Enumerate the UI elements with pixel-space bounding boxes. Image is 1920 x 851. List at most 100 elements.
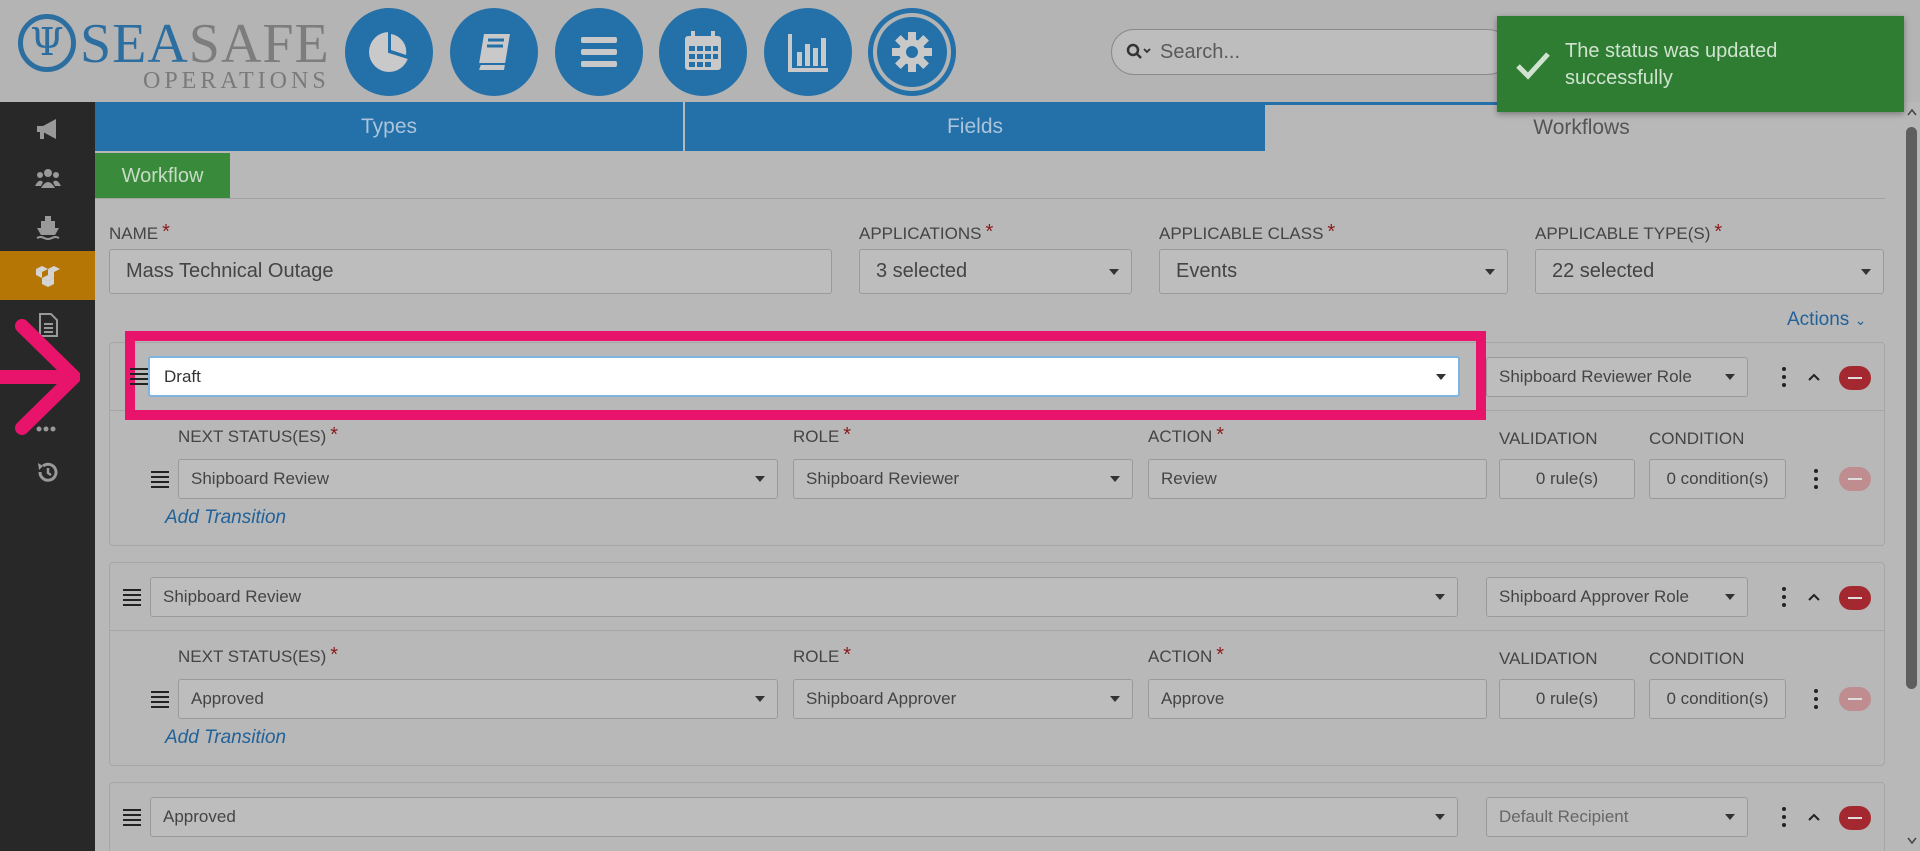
- sidebar-item-workflows[interactable]: [0, 251, 95, 300]
- status-select[interactable]: Approved: [150, 797, 1458, 837]
- role-select[interactable]: Shipboard Approver: [793, 679, 1133, 719]
- nav-settings-button[interactable]: [868, 8, 956, 96]
- nav-dashboard-button[interactable]: [345, 8, 433, 96]
- scrollbar-thumb[interactable]: [1906, 127, 1917, 689]
- sidebar-item-history[interactable]: [0, 447, 95, 496]
- condition-label: CONDITION: [1649, 649, 1745, 668]
- remove-status-button[interactable]: [1839, 806, 1871, 830]
- scrollbar[interactable]: [1903, 102, 1920, 851]
- next-status-select[interactable]: Shipboard Review: [178, 459, 778, 499]
- chevron-up-icon[interactable]: [1807, 592, 1821, 602]
- action-input[interactable]: Review: [1148, 459, 1487, 499]
- actions-dropdown[interactable]: Actions ⌄: [1787, 309, 1866, 331]
- chevron-down-icon: [1110, 476, 1120, 482]
- drag-handle-icon[interactable]: [123, 589, 141, 606]
- validation-button[interactable]: 0 rule(s): [1499, 459, 1635, 499]
- role-group-select[interactable]: Shipboard Approver Role: [1486, 577, 1748, 617]
- more-options-icon[interactable]: [1781, 587, 1787, 607]
- applicable-types-select[interactable]: 22 selected: [1535, 249, 1884, 294]
- megaphone-icon: [36, 118, 56, 139]
- chevron-down-icon: [1110, 696, 1120, 702]
- role-select[interactable]: Shipboard Reviewer: [793, 459, 1133, 499]
- next-status-label: NEXT STATUS(ES) *: [178, 424, 339, 446]
- applicable-class-select[interactable]: Events: [1159, 249, 1508, 294]
- status-card-approved: Approved Default Recipient: [109, 782, 1885, 851]
- chevron-down-icon: [755, 696, 765, 702]
- list-icon: [581, 37, 617, 67]
- next-status-label: NEXT STATUS(ES) *: [178, 644, 339, 666]
- remove-transition-button[interactable]: [1839, 467, 1871, 491]
- tab-fields[interactable]: Fields: [685, 102, 1265, 151]
- workflow-editor: Workflow NAME * Mass Technical Outage APP…: [95, 151, 1903, 851]
- toast-message: The status was updated successfully: [1565, 40, 1778, 89]
- nav-list-button[interactable]: [555, 8, 643, 96]
- settings-icon: [892, 32, 932, 72]
- history-icon: [37, 462, 57, 482]
- success-toast[interactable]: The status was updated successfully: [1497, 16, 1904, 112]
- remove-status-button[interactable]: [1839, 366, 1871, 390]
- logo-text-safe: SAFE: [188, 13, 330, 75]
- drag-handle-icon[interactable]: [130, 368, 148, 385]
- drag-handle-icon[interactable]: [123, 809, 141, 826]
- tab-workflow[interactable]: Workflow: [95, 153, 230, 199]
- chevron-up-icon[interactable]: [1807, 812, 1821, 822]
- pointer-arrow-icon: [0, 319, 80, 435]
- remove-transition-button[interactable]: [1839, 687, 1871, 711]
- more-options-icon[interactable]: [1781, 807, 1787, 827]
- chevron-down-icon: [1861, 268, 1871, 275]
- applications-label: APPLICATIONS *: [859, 221, 994, 243]
- chevron-down-icon: [1725, 814, 1735, 820]
- drag-handle-icon[interactable]: [151, 691, 169, 708]
- action-label: ACTION *: [1148, 424, 1225, 446]
- validation-button[interactable]: 0 rule(s): [1499, 679, 1635, 719]
- scroll-up-icon[interactable]: [1907, 108, 1917, 116]
- sidebar-item-users[interactable]: [0, 153, 95, 202]
- name-input[interactable]: Mass Technical Outage: [109, 249, 832, 294]
- seasafe-logo[interactable]: Ψ SEASAFE OPERATIONS: [18, 12, 329, 94]
- drag-handle-icon[interactable]: [151, 471, 169, 488]
- role-group-select[interactable]: Shipboard Reviewer Role: [1486, 357, 1748, 397]
- condition-button[interactable]: 0 condition(s): [1649, 679, 1786, 719]
- ship-icon: [36, 215, 59, 240]
- condition-label: CONDITION: [1649, 429, 1745, 448]
- more-options-icon[interactable]: [1781, 367, 1787, 387]
- scroll-down-icon[interactable]: [1907, 837, 1917, 845]
- reports-icon: [788, 34, 828, 72]
- status-select[interactable]: Shipboard Review: [150, 577, 1458, 617]
- status-card-shipboard-review: Shipboard Review Shipboard Approver Role…: [109, 562, 1885, 766]
- nav-reports-button[interactable]: [764, 8, 852, 96]
- logbook-icon: [477, 34, 510, 71]
- chevron-up-icon[interactable]: [1807, 372, 1821, 382]
- calendar-icon: [685, 31, 721, 70]
- more-options-icon[interactable]: [1813, 689, 1819, 709]
- nav-logbook-button[interactable]: [450, 8, 538, 96]
- logo-subtitle: OPERATIONS: [143, 68, 330, 94]
- sidebar-item-announcements[interactable]: [0, 104, 95, 153]
- search-icon[interactable]: [1126, 43, 1154, 61]
- more-options-icon[interactable]: [1813, 469, 1819, 489]
- tab-types[interactable]: Types: [95, 102, 683, 151]
- chevron-down-icon: [1485, 268, 1495, 275]
- role-label: ROLE *: [793, 424, 852, 446]
- name-label: NAME *: [109, 221, 170, 243]
- validation-label: VALIDATION: [1499, 429, 1598, 448]
- search-input[interactable]: [1160, 40, 1460, 64]
- add-transition-link[interactable]: Add Transition: [165, 727, 286, 749]
- chevron-down-icon: [1435, 814, 1445, 820]
- remove-status-button[interactable]: [1839, 586, 1871, 610]
- next-status-select[interactable]: Approved: [178, 679, 778, 719]
- sidebar: [0, 102, 95, 851]
- dashboard-icon: [369, 30, 410, 72]
- nav-calendar-button[interactable]: [659, 8, 747, 96]
- role-label: ROLE *: [793, 644, 852, 666]
- applicable-types-label: APPLICABLE TYPE(S) *: [1535, 221, 1723, 243]
- role-group-select[interactable]: Default Recipient: [1486, 797, 1748, 837]
- condition-button[interactable]: 0 condition(s): [1649, 459, 1786, 499]
- applications-select[interactable]: 3 selected: [859, 249, 1132, 294]
- status-select-draft[interactable]: Draft: [148, 356, 1460, 397]
- sidebar-item-vessels[interactable]: [0, 202, 95, 251]
- chevron-down-icon: [1435, 594, 1445, 600]
- search-box[interactable]: [1111, 29, 1511, 75]
- add-transition-link[interactable]: Add Transition: [165, 507, 286, 529]
- action-input[interactable]: Approve: [1148, 679, 1487, 719]
